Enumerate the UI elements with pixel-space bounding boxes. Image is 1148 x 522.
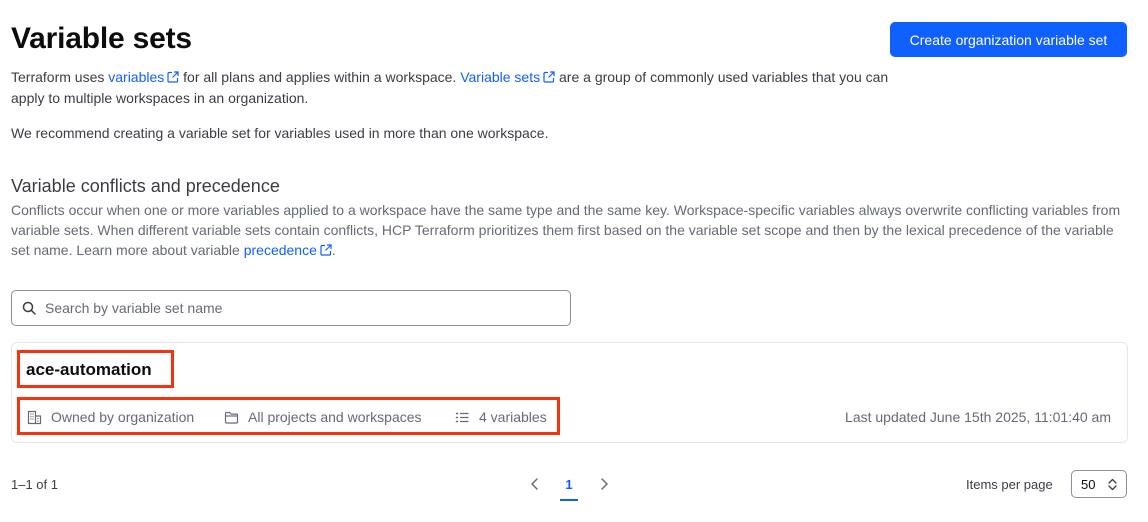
chevron-left-icon (531, 478, 538, 490)
building-icon (27, 410, 42, 424)
precedence-link-label: precedence (243, 242, 317, 258)
page-1-button[interactable]: 1 (560, 474, 578, 501)
conflicts-text: Conflicts occur when one or more variabl… (11, 202, 1121, 258)
search-box[interactable] (11, 290, 571, 326)
external-link-icon (167, 71, 179, 83)
chevron-up-down-icon (1108, 478, 1117, 491)
pagination-range: 1–1 of 1 (11, 477, 58, 492)
folder-icon (224, 411, 239, 424)
precedence-link[interactable]: precedence (244, 242, 332, 258)
conflicts-text-end: . (331, 242, 336, 258)
items-per-page-select[interactable]: 50 (1071, 470, 1127, 498)
search-icon (22, 301, 36, 315)
variable-count-info: 4 variables (455, 409, 547, 425)
search-input[interactable] (45, 300, 545, 316)
intro-text-part: Terraform uses (11, 69, 109, 85)
next-page-button[interactable] (594, 474, 614, 494)
external-link-icon (543, 71, 555, 83)
variable-set-name-link[interactable]: ace-automation (26, 360, 152, 380)
variables-link[interactable]: variables (108, 69, 179, 85)
chevron-right-icon (601, 478, 608, 490)
variable-sets-link-label: Variable sets (460, 69, 541, 85)
last-updated-text: Last updated June 15th 2025, 11:01:40 am (845, 409, 1111, 425)
page-title: Variable sets (11, 22, 192, 55)
intro-text: Terraform uses variables for all plans a… (11, 67, 891, 109)
owner-label: Owned by organization (51, 409, 195, 425)
variables-link-label: variables (108, 69, 165, 85)
items-per-page-value: 50 (1081, 476, 1096, 492)
owner-info: Owned by organization (27, 409, 194, 425)
previous-page-button[interactable] (525, 474, 545, 494)
create-variable-set-button[interactable]: Create organization variable set (890, 22, 1127, 57)
items-per-page-label: Items per page (966, 477, 1053, 492)
conflicts-heading: Variable conflicts and precedence (11, 176, 280, 196)
recommendation-text: We recommend creating a variable set for… (11, 125, 549, 141)
external-link-icon (320, 244, 332, 256)
variable-count-label: 4 variables (479, 409, 547, 425)
variable-set-card[interactable]: ace-automation Owned by organization All… (11, 342, 1128, 443)
conflicts-description: Conflicts occur when one or more variabl… (11, 200, 1121, 260)
list-icon (455, 412, 469, 422)
scope-info: All projects and workspaces (224, 409, 422, 425)
variable-sets-link[interactable]: Variable sets (460, 69, 555, 85)
intro-text-part: for all plans and applies within a works… (179, 69, 461, 85)
scope-label: All projects and workspaces (248, 409, 422, 425)
